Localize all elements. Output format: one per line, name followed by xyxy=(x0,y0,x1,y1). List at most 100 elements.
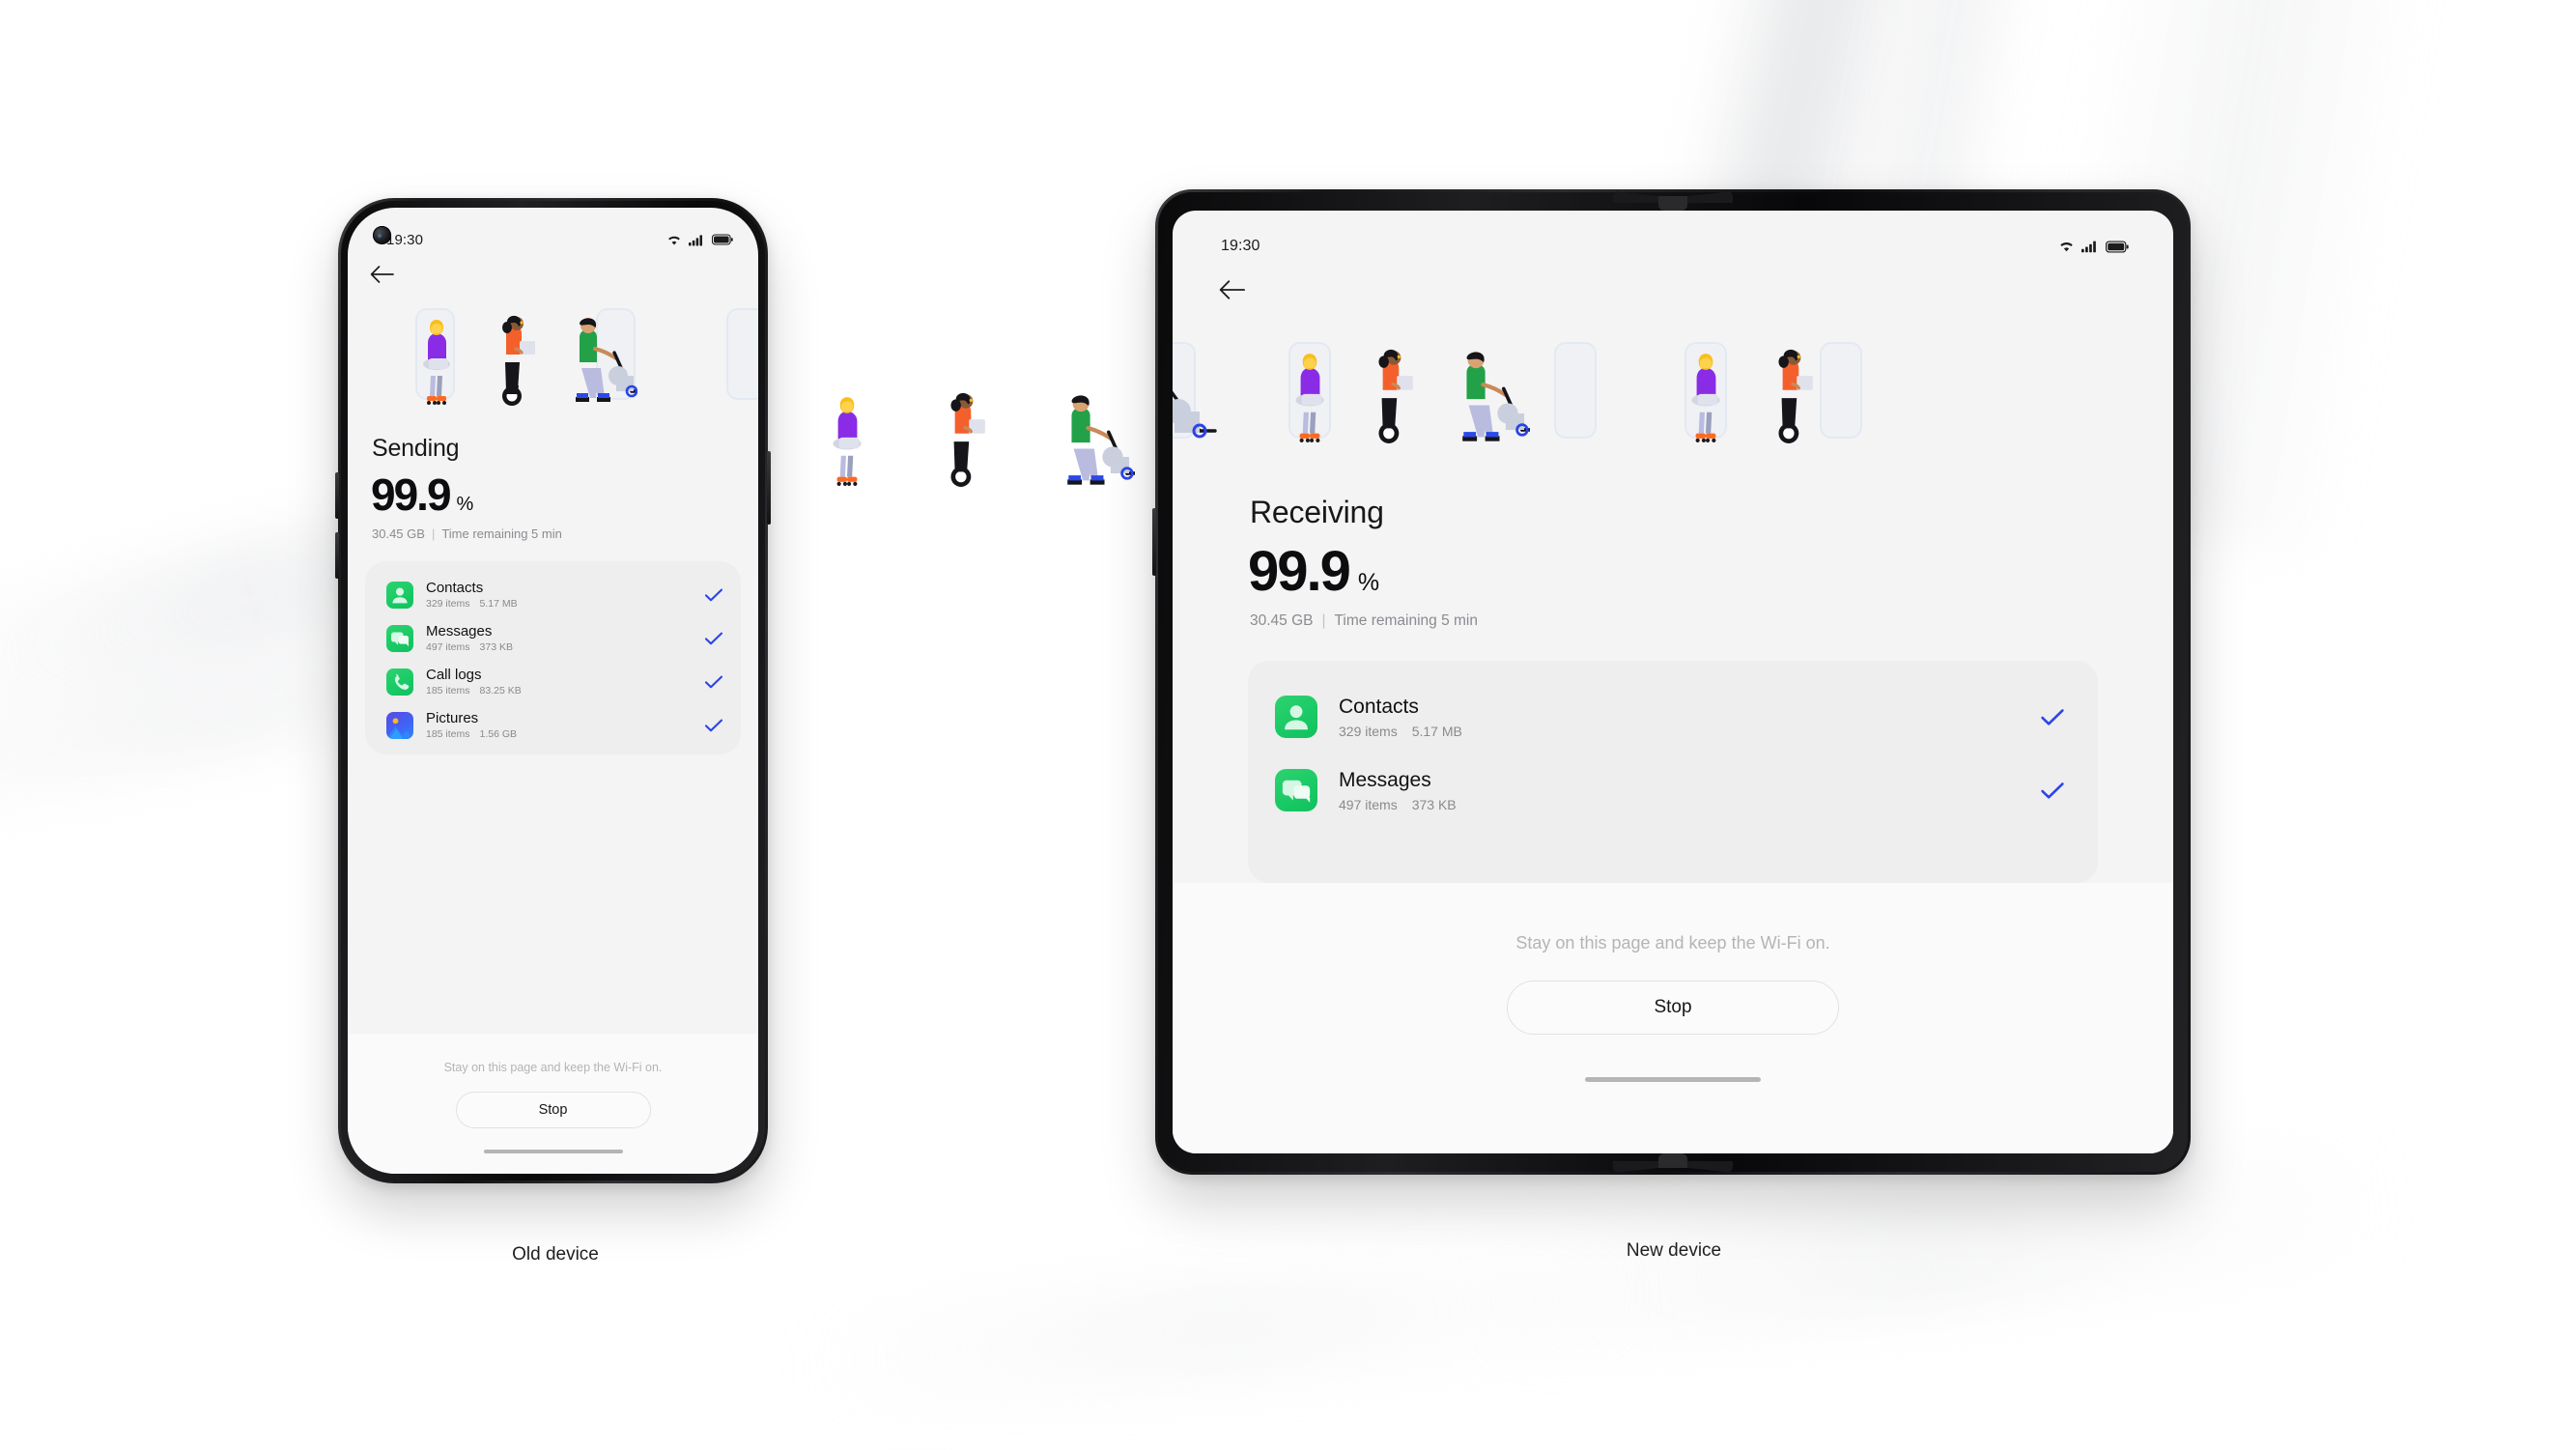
figure-unicycle-orange xyxy=(1378,349,1413,443)
messages-icon xyxy=(1275,769,1317,811)
ghost-phone-outline xyxy=(726,308,758,400)
row-title: Call logs xyxy=(426,667,482,683)
figure-trolley-partial xyxy=(1173,390,1217,439)
old-meta-size: 30.45 GB xyxy=(372,526,425,541)
volume-up-button[interactable] xyxy=(335,472,339,519)
stop-button[interactable]: Stop xyxy=(455,1092,651,1128)
pictures-icon xyxy=(386,711,413,739)
old-transfer-list: Contacts 329 items 5.17 MB Messages 497 … xyxy=(365,561,741,754)
row-size: 83.25 KB xyxy=(479,685,522,697)
home-indicator[interactable] xyxy=(1585,1077,1761,1082)
new-progress-symbol: % xyxy=(1357,569,1380,596)
old-hint-text: Stay on this page and keep the Wi-Fi on. xyxy=(443,1061,663,1074)
new-transfer-list: Contacts 329 items 5.17 MB Messages 497 … xyxy=(1248,661,2098,883)
cellular-signal-icon xyxy=(689,234,703,245)
ghost-phone-outline xyxy=(1288,342,1331,439)
back-arrow-icon xyxy=(370,266,394,283)
row-count: 329 items xyxy=(1339,723,1398,739)
check-icon xyxy=(704,719,723,731)
check-icon xyxy=(2041,782,2064,799)
row-count: 185 items xyxy=(426,685,470,697)
table-row[interactable]: Messages 497 items 373 KB xyxy=(1248,753,2098,827)
ghost-phone-outline xyxy=(1173,342,1196,439)
check-icon xyxy=(704,632,723,644)
old-status-icons xyxy=(666,234,733,246)
new-progress-value: 99.9 xyxy=(1248,540,1351,603)
row-texts: Pictures 185 items 1.56 GB xyxy=(426,710,704,740)
row-texts: Contacts 329 items 5.17 MB xyxy=(1339,696,2040,739)
ghost-phone-outline xyxy=(1820,342,1862,439)
ghost-phone-outline xyxy=(1554,342,1597,439)
wifi-icon xyxy=(2060,242,2073,252)
row-texts: Call logs 185 items 83.25 KB xyxy=(426,667,704,697)
row-size: 373 KB xyxy=(1411,796,1457,812)
new-meta-separator: | xyxy=(1321,612,1326,629)
table-row[interactable]: Contacts 329 items 5.17 MB xyxy=(1248,680,2098,753)
new-meta-time: Time remaining 5 min xyxy=(1334,612,1478,629)
home-indicator[interactable] xyxy=(483,1150,623,1153)
power-button[interactable] xyxy=(1152,508,1156,576)
new-device-screen: 19:30 Receiving 99.9 % 30.45 GB | Time r… xyxy=(1173,211,2173,1153)
volume-down-button[interactable] xyxy=(335,532,339,579)
new-back-button[interactable] xyxy=(1217,278,1261,315)
figure-skater-purple xyxy=(1295,354,1324,442)
stop-button-label: Stop xyxy=(1654,997,1692,1017)
new-device: 19:30 Receiving 99.9 % 30.45 GB | Time r… xyxy=(1152,189,2191,1175)
old-title: Sending xyxy=(372,435,460,462)
row-title: Contacts xyxy=(426,580,484,596)
row-texts: Contacts 329 items 5.17 MB xyxy=(426,580,704,610)
contacts-icon xyxy=(386,581,413,609)
new-meta-size: 30.45 GB xyxy=(1250,612,1314,629)
row-title: Contacts xyxy=(1339,695,1419,718)
new-status-bar: 19:30 xyxy=(1221,236,2129,257)
power-button[interactable] xyxy=(767,451,771,525)
row-texts: Messages 497 items 373 KB xyxy=(426,623,704,653)
table-row[interactable]: Call logs 185 items 83.25 KB xyxy=(365,660,741,703)
figure-trolley-green xyxy=(576,318,637,402)
row-count: 497 items xyxy=(426,641,470,653)
new-status-time: 19:30 xyxy=(1221,238,1260,254)
table-row[interactable]: Messages 497 items 373 KB xyxy=(365,616,741,660)
figure-skater-purple xyxy=(1691,354,1720,442)
new-title: Receiving xyxy=(1250,495,1384,529)
row-subtitle: 497 items 373 KB xyxy=(1339,797,2040,812)
check-icon xyxy=(2041,708,2064,725)
row-subtitle: 497 items 373 KB xyxy=(426,641,704,653)
table-row[interactable]: Contacts 329 items 5.17 MB xyxy=(365,573,741,616)
row-title: Messages xyxy=(426,623,493,640)
ghost-phone-outline xyxy=(1684,342,1727,439)
old-progress-value: 99.9 xyxy=(371,469,452,520)
contacts-icon xyxy=(1275,696,1317,738)
light-ray xyxy=(788,1237,1665,1420)
table-row[interactable]: Pictures 185 items 1.56 GB xyxy=(365,703,741,747)
old-transfer-illustration xyxy=(348,300,758,426)
row-subtitle: 185 items 1.56 GB xyxy=(426,728,704,740)
stop-button[interactable]: Stop xyxy=(1507,981,1839,1035)
row-size: 5.17 MB xyxy=(1411,723,1462,739)
new-progress: 99.9 % xyxy=(1248,539,1379,604)
row-size: 373 KB xyxy=(479,641,513,653)
old-meta: 30.45 GB | Time remaining 5 min xyxy=(372,526,562,541)
new-meta: 30.45 GB | Time remaining 5 min xyxy=(1250,612,1478,630)
old-progress-symbol: % xyxy=(456,494,474,515)
row-subtitle: 185 items 83.25 KB xyxy=(426,685,704,697)
new-bottom-panel: Stay on this page and keep the Wi-Fi on.… xyxy=(1173,883,2173,1153)
check-icon xyxy=(704,675,723,688)
row-size: 5.17 MB xyxy=(479,598,518,610)
row-texts: Messages 497 items 373 KB xyxy=(1339,769,2040,812)
old-device-caption: Old device xyxy=(512,1244,599,1265)
row-subtitle: 329 items 5.17 MB xyxy=(1339,724,2040,739)
row-count: 497 items xyxy=(1339,796,1398,812)
front-camera-punch-hole xyxy=(373,226,391,244)
new-hint-text: Stay on this page and keep the Wi-Fi on. xyxy=(1515,933,1830,952)
stop-button-label: Stop xyxy=(538,1102,568,1118)
ghost-phone-outline xyxy=(415,308,455,400)
row-title: Messages xyxy=(1339,768,1431,791)
row-count: 329 items xyxy=(426,598,470,610)
old-bottom-panel: Stay on this page and keep the Wi-Fi on.… xyxy=(348,1034,758,1174)
old-progress: 99.9 % xyxy=(371,469,473,521)
figure-unicycle-orange xyxy=(1778,349,1813,443)
old-back-button[interactable] xyxy=(369,264,410,299)
battery-icon xyxy=(712,234,733,245)
figure-unicycle-orange xyxy=(502,315,535,406)
